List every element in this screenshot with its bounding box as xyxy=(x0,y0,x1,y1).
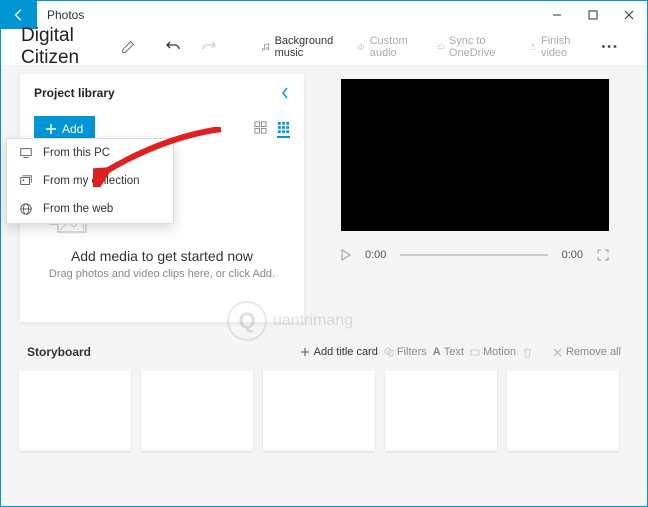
finish-label: Finish video xyxy=(541,35,581,59)
add-title-card-label: Add title card xyxy=(314,346,378,358)
time-duration: 0:00 xyxy=(562,249,583,261)
storyboard-title: Storyboard xyxy=(27,345,91,359)
play-button[interactable] xyxy=(341,249,351,261)
web-icon xyxy=(19,202,33,216)
add-from-web-label: From the web xyxy=(43,203,113,215)
motion-button: Motion xyxy=(470,346,516,358)
project-library-panel: Project library Add xyxy=(19,73,305,323)
empty-title: Add media to get started now xyxy=(44,248,280,264)
close-icon xyxy=(553,348,562,357)
fullscreen-button[interactable] xyxy=(597,249,609,261)
maximize-button[interactable] xyxy=(575,1,611,29)
text-button: A Text xyxy=(433,346,464,358)
clip-slot[interactable] xyxy=(19,371,131,451)
chevron-left-icon xyxy=(280,86,290,100)
bg-music-label: Background music xyxy=(275,35,338,59)
collapse-button[interactable] xyxy=(280,86,290,100)
video-preview[interactable] xyxy=(341,79,609,231)
filters-button: Filters xyxy=(384,346,427,358)
grid-small-icon xyxy=(254,121,267,134)
export-icon xyxy=(529,41,537,53)
motion-icon xyxy=(470,347,480,357)
view-grid-button[interactable] xyxy=(277,121,290,138)
clip-slot[interactable] xyxy=(385,371,497,451)
storyboard-header: Storyboard Add title card Filters A Text… xyxy=(19,339,629,365)
add-button-label: Add xyxy=(62,122,83,136)
storyboard-track[interactable] xyxy=(1,365,647,467)
seek-bar[interactable] xyxy=(400,254,547,256)
custom-audio-button[interactable]: Custom audio xyxy=(349,31,424,63)
add-title-card-button[interactable]: Add title card xyxy=(300,346,378,358)
clip-slot[interactable] xyxy=(263,371,375,451)
time-current: 0:00 xyxy=(365,249,386,261)
toolbar: Digital Citizen Background music Custom … xyxy=(1,29,647,65)
clip-slot[interactable] xyxy=(141,371,253,451)
text-icon: A xyxy=(433,346,441,358)
close-button[interactable] xyxy=(611,1,647,29)
pencil-icon xyxy=(121,40,135,54)
sync-button[interactable]: Sync to OneDrive xyxy=(429,31,517,63)
add-from-collection-label: From my collection xyxy=(43,175,140,187)
ellipsis-icon: ••• xyxy=(601,41,619,53)
collection-icon xyxy=(19,174,33,188)
finish-button[interactable]: Finish video xyxy=(521,31,590,63)
undo-icon xyxy=(165,39,181,55)
redo-button[interactable] xyxy=(193,35,225,59)
cloud-icon xyxy=(437,41,445,53)
rename-button[interactable] xyxy=(113,36,143,58)
minimize-button[interactable] xyxy=(539,1,575,29)
pc-icon xyxy=(19,146,33,160)
plus-icon xyxy=(300,347,310,357)
trash-icon xyxy=(522,347,533,358)
player-controls: 0:00 0:00 xyxy=(341,249,609,261)
app-title: Photos xyxy=(37,8,84,22)
grid-large-icon xyxy=(277,121,290,134)
more-button[interactable]: ••• xyxy=(593,37,627,57)
empty-subtitle: Drag photos and video clips here, or cli… xyxy=(44,268,280,280)
music-icon xyxy=(262,41,270,53)
undo-button[interactable] xyxy=(157,35,189,59)
add-from-web[interactable]: From the web xyxy=(7,195,173,223)
remove-all-button[interactable]: Remove all xyxy=(553,346,621,358)
plus-icon xyxy=(46,124,56,134)
view-list-button[interactable] xyxy=(254,121,267,138)
add-from-pc[interactable]: From this PC xyxy=(7,139,173,167)
delete-button xyxy=(522,347,533,358)
fullscreen-icon xyxy=(597,249,609,261)
clip-slot[interactable] xyxy=(507,371,619,451)
library-title: Project library xyxy=(34,86,115,100)
play-icon xyxy=(341,249,351,261)
remove-all-label: Remove all xyxy=(566,346,621,358)
filters-icon xyxy=(384,347,394,357)
project-name: Digital Citizen xyxy=(21,25,103,69)
bg-music-button[interactable]: Background music xyxy=(254,31,345,63)
preview-pane: 0:00 0:00 xyxy=(321,73,629,323)
add-from-pc-label: From this PC xyxy=(43,147,110,159)
add-menu: From this PC From my collection From the… xyxy=(6,138,174,224)
audio-icon xyxy=(357,41,365,53)
add-from-collection[interactable]: From my collection xyxy=(7,167,173,195)
redo-icon xyxy=(201,39,217,55)
sync-label: Sync to OneDrive xyxy=(449,35,509,59)
custom-audio-label: Custom audio xyxy=(370,35,417,59)
